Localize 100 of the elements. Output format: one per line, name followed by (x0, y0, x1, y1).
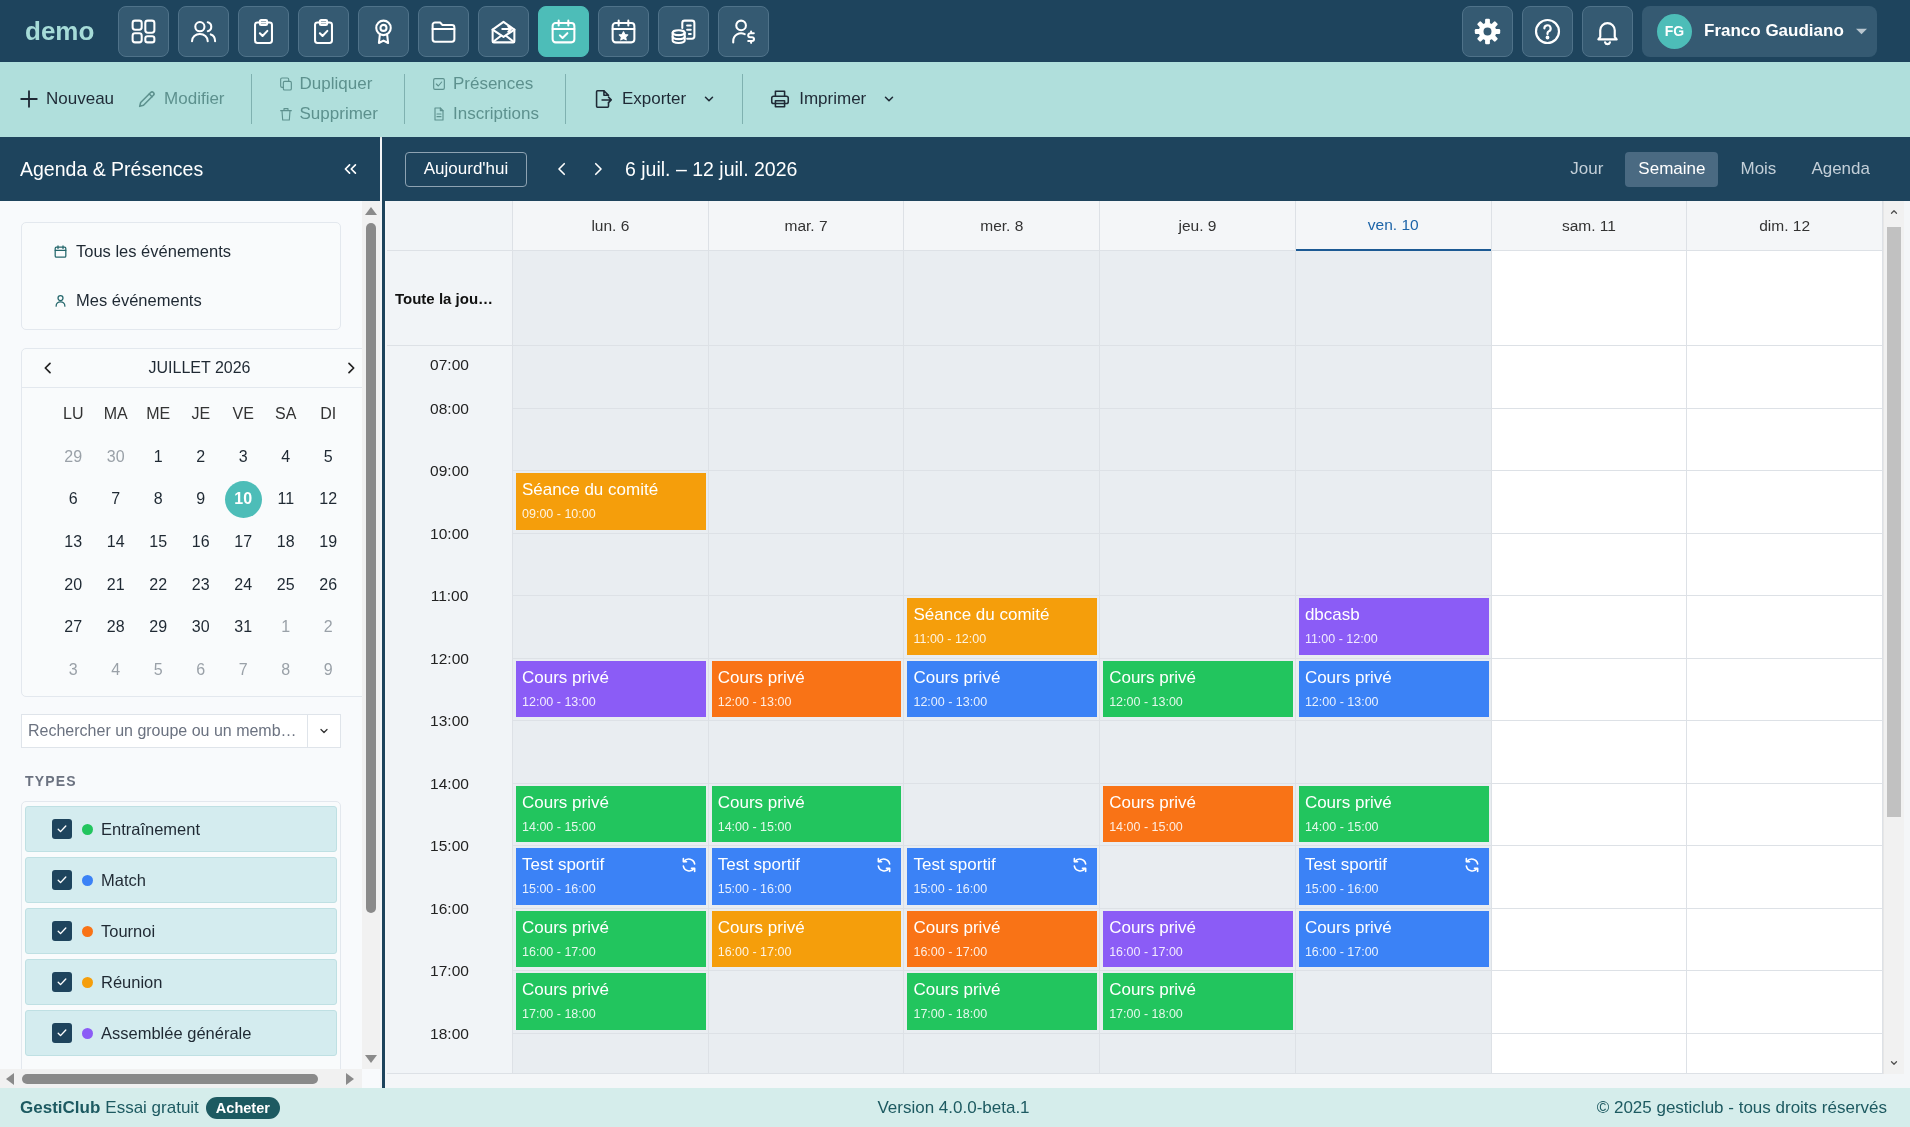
module-button[interactable] (238, 5, 290, 57)
module-button[interactable] (538, 5, 590, 57)
type-filter-item[interactable]: Match (25, 857, 337, 904)
calendar-day[interactable]: 6 (54, 481, 92, 518)
module-button[interactable] (358, 5, 410, 57)
module-button[interactable] (418, 5, 470, 57)
calendar-day[interactable]: 14 (97, 523, 135, 561)
calendar-day[interactable]: 31 (224, 608, 262, 646)
view-tab[interactable]: Semaine (1625, 151, 1719, 187)
calendar-day[interactable]: 18 (267, 523, 305, 561)
chevron-down-icon[interactable] (1889, 1058, 1899, 1068)
view-tab[interactable]: Jour (1557, 151, 1617, 187)
horizontal-scrollbar[interactable] (0, 1069, 362, 1088)
help-button[interactable] (1522, 5, 1573, 57)
calendar-day[interactable]: 16 (182, 523, 220, 561)
calendar-day[interactable]: 3 (224, 438, 262, 476)
user-menu-button[interactable]: FG Franco Gaudiano (1642, 5, 1877, 57)
event-card[interactable]: Cours privé 16:00 - 17:00 (1103, 910, 1293, 967)
caret-icon (1855, 27, 1867, 35)
calendar-day[interactable]: 24 (224, 566, 262, 604)
chevron-up-icon[interactable] (1889, 207, 1899, 217)
calendar-day[interactable]: 2 (182, 438, 220, 476)
today-button[interactable]: Aujourd'hui (405, 151, 527, 187)
module-button[interactable] (598, 5, 650, 57)
checkbox[interactable] (52, 921, 72, 942)
calendar-day[interactable]: 27 (54, 608, 92, 646)
calendar-day[interactable]: 13 (54, 523, 92, 561)
module-button[interactable] (178, 5, 230, 57)
event-card[interactable]: Cours privé 12:00 - 13:00 (1298, 660, 1489, 717)
calendar-day[interactable]: 15 (139, 523, 177, 561)
notifications-button[interactable] (1582, 5, 1633, 57)
buy-button[interactable]: Acheter (205, 1096, 280, 1119)
day-header[interactable]: jeu. 9 (1100, 201, 1295, 251)
weekday-label: JE (191, 405, 211, 424)
date-range: 6 juil. – 12 juil. 2026 (625, 157, 798, 181)
calendar-day[interactable]: 29 (139, 608, 177, 646)
calendar-day[interactable]: 19 (309, 523, 347, 561)
event-card[interactable]: Test sportif 15:00 - 16:00 (516, 848, 706, 905)
calendar-day[interactable]: 26 (309, 566, 347, 604)
event-card[interactable]: dbcasb 11:00 - 12:00 (1298, 598, 1489, 655)
event-title: Cours privé (913, 979, 1001, 1000)
search-field[interactable]: Rechercher un groupe ou un memb… (21, 714, 307, 749)
module-button[interactable] (478, 5, 530, 57)
calendar-day[interactable]: 28 (97, 608, 135, 646)
calendar-day[interactable]: 4 (267, 438, 305, 476)
sidebar-item[interactable]: Tous les événements (23, 227, 339, 276)
toolbar-button[interactable]: Imprimer (769, 87, 897, 110)
time-label: 18:00 (430, 1024, 469, 1043)
weekday-label: ME (146, 405, 171, 424)
module-button[interactable] (298, 5, 350, 57)
toolbar-button[interactable]: Exporter (591, 87, 717, 110)
calendar-day[interactable]: 8 (139, 481, 177, 518)
event-title: Test sportif (717, 854, 800, 875)
day-header[interactable]: ven. 10 (1295, 201, 1491, 251)
sidebar-item[interactable]: Mes événements (23, 276, 339, 325)
view-tab[interactable]: Mois (1727, 151, 1790, 187)
checkbox[interactable] (52, 972, 72, 993)
module-button[interactable] (718, 5, 770, 57)
calendar-day[interactable]: 20 (54, 566, 92, 604)
settings-button[interactable] (1462, 5, 1513, 57)
day-header[interactable]: mer. 8 (904, 201, 1100, 251)
day-header[interactable]: lun. 6 (513, 201, 708, 251)
day-header[interactable]: dim. 12 (1687, 201, 1883, 251)
calendar-day[interactable]: 17 (224, 523, 262, 561)
time-label: 07:00 (430, 356, 469, 374)
calendar-day[interactable]: 11 (267, 481, 305, 518)
calendar-day[interactable]: 5 (309, 438, 347, 476)
type-filter-item[interactable]: Tournoi (25, 908, 337, 955)
type-filter-item[interactable]: Entraînement (25, 806, 337, 853)
module-button[interactable] (658, 5, 710, 57)
checkbox[interactable] (52, 1023, 72, 1044)
calendar-day[interactable]: 23 (182, 566, 220, 604)
time-label: 15:00 (430, 837, 469, 855)
calendar-day[interactable]: 9 (182, 481, 220, 518)
day-header[interactable]: mar. 7 (708, 201, 904, 251)
event-card[interactable]: Test sportif 15:00 - 16:00 (1298, 848, 1489, 905)
event-card[interactable]: Cours privé 12:00 - 13:00 (516, 660, 706, 717)
calendar-day[interactable]: 1 (139, 438, 177, 476)
event-card[interactable]: Test sportif 15:00 - 16:00 (907, 848, 1098, 905)
day-header[interactable]: sam. 11 (1491, 201, 1687, 251)
type-label: Tournoi (101, 921, 156, 941)
view-tab[interactable]: Agenda (1798, 151, 1883, 187)
event-card[interactable]: Test sportif 15:00 - 16:00 (711, 848, 902, 905)
calendar-day[interactable]: 30 (182, 608, 220, 646)
event-card[interactable]: Cours privé 12:00 - 13:00 (907, 660, 1098, 717)
calendar-day[interactable]: 22 (139, 566, 177, 604)
checkbox[interactable] (52, 819, 72, 840)
type-filter-item[interactable]: Réunion (25, 959, 337, 1006)
calendar-day[interactable]: 7 (97, 481, 135, 518)
module-button[interactable] (118, 5, 170, 57)
event-card[interactable]: Cours privé 16:00 - 17:00 (1298, 910, 1489, 967)
vertical-scrollbar[interactable] (1883, 201, 1904, 1074)
calendar-day[interactable]: 21 (97, 566, 135, 604)
calendar-day[interactable]: 25 (267, 566, 305, 604)
calendar-day[interactable]: 12 (309, 481, 347, 518)
checkbox[interactable] (52, 870, 72, 891)
vertical-scrollbar[interactable] (362, 201, 380, 1069)
plus-icon (18, 87, 40, 110)
type-filter-item[interactable]: Assemblée générale (25, 1010, 337, 1057)
toolbar-button[interactable]: Nouveau (18, 87, 115, 110)
